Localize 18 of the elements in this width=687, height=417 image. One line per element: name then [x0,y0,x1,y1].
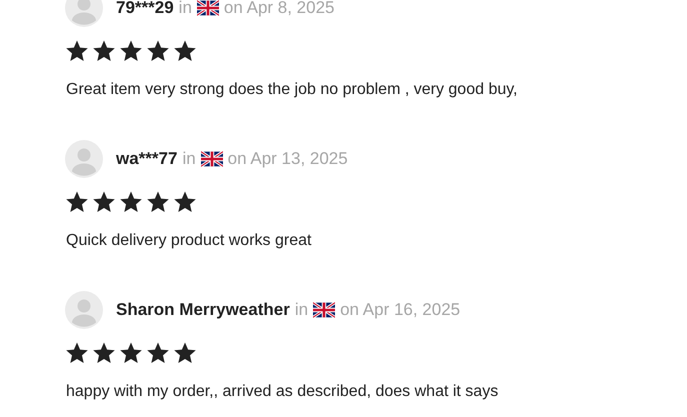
review-date: on Apr 8, 2025 [224,0,334,18]
review-text: Great item very strong does the job no problem , very good buy, [66,80,518,100]
review-text: Quick delivery product works great [66,231,312,251]
reviewer-name: wa***77 [116,149,178,169]
country-label: in [294,300,308,320]
flag-icon [196,0,219,16]
reviewer-name: 79***29 [116,0,174,18]
review-date: on Apr 16, 2025 [340,300,460,320]
review-text: happy with my order,, arrived as described, does what it says [66,382,500,402]
avatar-icon [65,0,103,27]
reviewer-name: Sharon Merryweather [116,300,290,320]
country-label: in [182,149,196,169]
avatar-icon [65,291,103,329]
country-label: in [178,0,192,18]
flag-icon [200,151,223,167]
review-date: on Apr 13, 2025 [228,149,348,169]
flag-icon [313,302,336,318]
avatar-icon [65,140,103,178]
